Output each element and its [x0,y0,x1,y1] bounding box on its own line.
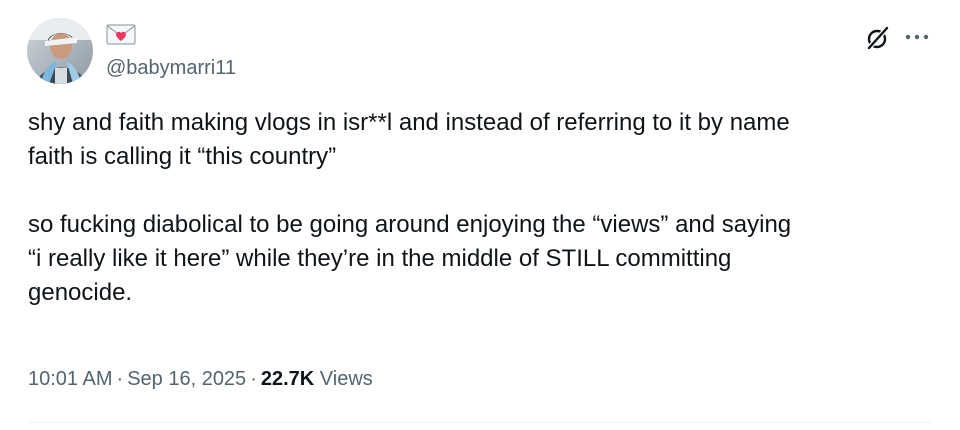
views-count: 22.7K [260,368,315,390]
tweet-line: genocide. [28,279,133,306]
tweet-line: faith is calling it “this country” [28,143,337,170]
display-name[interactable] [106,22,136,50]
separator: · [116,368,124,390]
tweet-time: 10:01 AM [28,368,113,390]
grok-slash-icon[interactable] [864,24,892,52]
tweet-metadata: 10:01 AM · Sep 16, 2025 · 22.7K Views [28,365,373,393]
tweet-line: “i really like it here” while they’re in… [28,245,732,272]
timestamp-link[interactable]: 10:01 AM · Sep 16, 2025 [28,368,246,390]
views-link[interactable]: 22.7K Views [261,368,373,390]
avatar-photo [27,18,93,84]
more-options-icon[interactable] [902,24,932,50]
views-label: Views [319,368,373,390]
tweet-paragraph: shy and faith making vlogs in isr**l and… [28,106,928,174]
divider [28,422,932,423]
avatar[interactable] [27,18,93,84]
author-handle[interactable]: @babymarri11 [106,55,236,81]
tweet-line: so fucking diabolical to be going around… [28,211,792,238]
love-letter-envelope-icon [106,24,136,45]
tweet-card: @babymarri11 shy and faith making vlogs … [0,0,960,430]
tweet-paragraph: so fucking diabolical to be going around… [28,208,928,310]
tweet-date: Sep 16, 2025 [127,368,247,390]
tweet-text: shy and faith making vlogs in isr**l and… [28,106,928,310]
separator: · [250,368,257,390]
tweet-line: shy and faith making vlogs in isr**l and… [28,109,790,136]
